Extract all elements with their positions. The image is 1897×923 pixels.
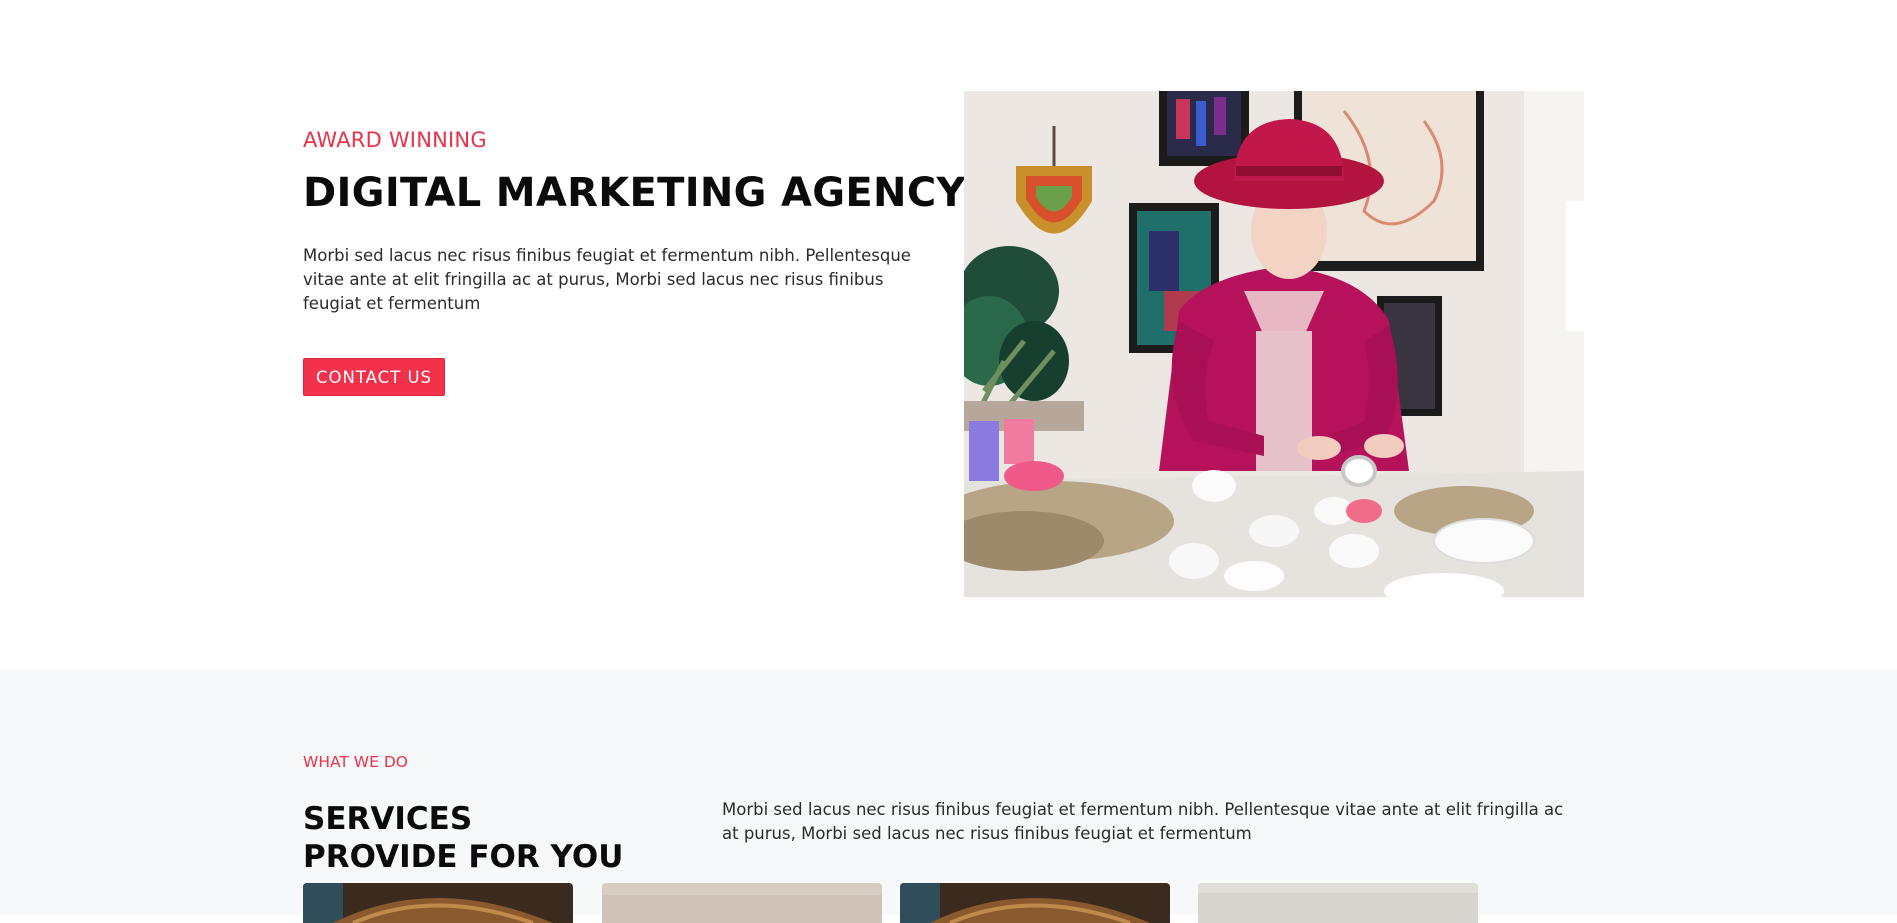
contact-us-button[interactable]: CONTACT US <box>303 358 445 396</box>
service-card-image[interactable] <box>602 883 882 923</box>
service-card-image[interactable] <box>1198 883 1478 923</box>
hero-image <box>964 91 1584 597</box>
hero-title: DIGITAL MARKETING AGENCY <box>303 170 966 216</box>
hero-section: AWARD WINNING DIGITAL MARKETING AGENCY M… <box>0 0 1897 670</box>
service-card-image[interactable] <box>303 883 573 923</box>
services-section: WHAT WE DO SERVICES PROVIDE FOR YOU Morb… <box>0 670 1897 923</box>
services-title: SERVICES PROVIDE FOR YOU <box>303 801 624 875</box>
services-eyebrow: WHAT WE DO <box>303 753 408 771</box>
service-card-image[interactable] <box>900 883 1170 923</box>
hero-description: Morbi sed lacus nec risus finibus feugia… <box>303 246 911 313</box>
services-description: Morbi sed lacus nec risus finibus feugia… <box>722 800 1564 843</box>
hero-eyebrow: AWARD WINNING <box>303 128 487 152</box>
